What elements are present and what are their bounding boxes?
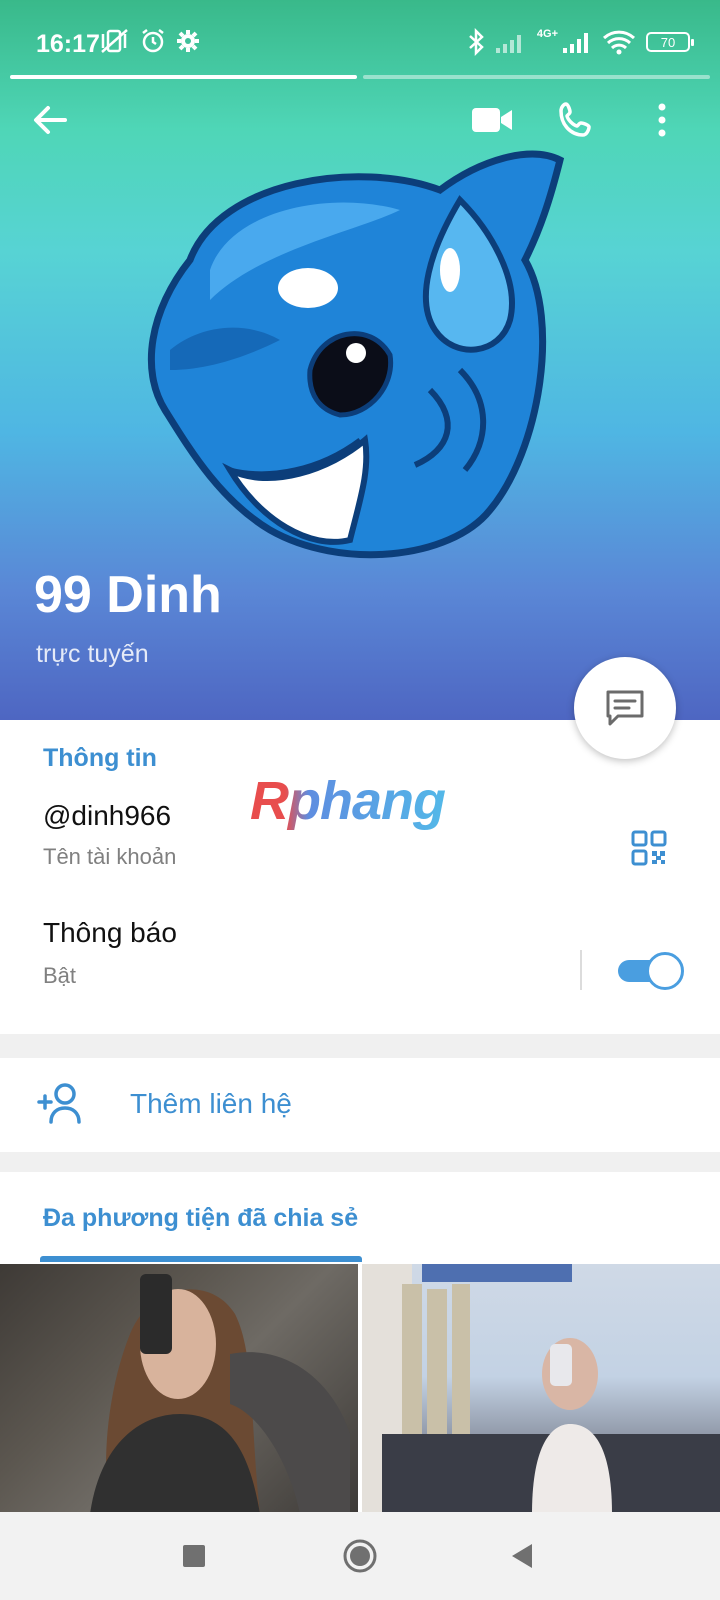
add-contact-label: Thêm liên hệ <box>130 1088 292 1119</box>
story-bar-2 <box>363 75 710 79</box>
row-divider <box>580 950 582 990</box>
profile-name: 99 Dinh <box>34 566 222 624</box>
triangle-back-icon <box>512 1544 532 1568</box>
battery-indicator: 70 <box>646 32 694 52</box>
info-section: Thông tin Rphang @dinh966 Tên tài khoản … <box>0 720 720 1034</box>
network-type: 4G+ <box>536 28 558 40</box>
story-bar-1 <box>10 75 357 79</box>
story-progress <box>10 75 710 79</box>
shared-media-section: Đa phương tiện đã chia sẻ <box>0 1172 720 1512</box>
notifications-value: Bật <box>43 963 77 988</box>
recents-button[interactable] <box>170 1532 218 1580</box>
add-user-icon <box>37 1083 81 1124</box>
call-button[interactable] <box>552 96 600 144</box>
notifications-label: Thông báo <box>43 917 177 948</box>
signal-icon-2 <box>563 33 588 53</box>
status-time: 16:17 <box>36 30 100 58</box>
phone-icon <box>559 102 591 137</box>
profile-header: 16:17 4G+ 70 99 Dinh trực tuyến <box>0 0 720 720</box>
video-call-button[interactable] <box>468 96 516 144</box>
arrow-left-icon <box>34 106 67 134</box>
username-value: @dinh966 <box>43 800 172 831</box>
vibrate-off-icon <box>101 29 128 53</box>
photo-thumbnail-1 <box>90 1274 350 1512</box>
tab-indicator <box>40 1256 362 1262</box>
watermark-logo: Rphang <box>250 771 446 831</box>
add-contact-row[interactable]: Thêm liên hệ <box>0 1058 720 1152</box>
media-thumbnail[interactable] <box>0 1264 358 1512</box>
info-section-title: Thông tin <box>43 744 157 772</box>
settings-icon <box>177 30 199 52</box>
alarm-icon <box>142 29 164 53</box>
username-caption: Tên tài khoản <box>43 844 177 869</box>
qr-code-icon <box>631 830 667 866</box>
home-button[interactable] <box>336 1532 384 1580</box>
system-navigation-bar <box>0 1512 720 1600</box>
status-bar: 16:17 4G+ 70 <box>0 0 720 80</box>
notifications-toggle[interactable] <box>618 952 684 990</box>
battery-level: 70 <box>660 34 676 50</box>
media-thumbnail[interactable] <box>362 1264 720 1512</box>
photo-thumbnail-2 <box>362 1264 720 1512</box>
whale-sticker-image <box>147 150 565 559</box>
bluetooth-icon <box>469 28 484 56</box>
home-circle-icon <box>343 1539 377 1573</box>
toggle-knob <box>646 952 684 990</box>
profile-avatar[interactable] <box>130 140 570 580</box>
square-icon <box>183 1545 205 1567</box>
qr-code-button[interactable] <box>631 830 677 876</box>
back-nav-button[interactable] <box>498 1532 546 1580</box>
shared-media-tab[interactable]: Đa phương tiện đã chia sẻ <box>43 1204 358 1233</box>
signal-icon <box>495 35 521 53</box>
message-icon <box>606 690 644 726</box>
more-vertical-icon <box>658 103 666 137</box>
wifi-icon <box>602 30 636 55</box>
back-button[interactable] <box>26 96 74 144</box>
profile-status: trực tuyến <box>36 640 149 668</box>
more-options-button[interactable] <box>638 96 686 144</box>
message-button[interactable] <box>574 657 676 759</box>
video-camera-icon <box>472 108 512 132</box>
